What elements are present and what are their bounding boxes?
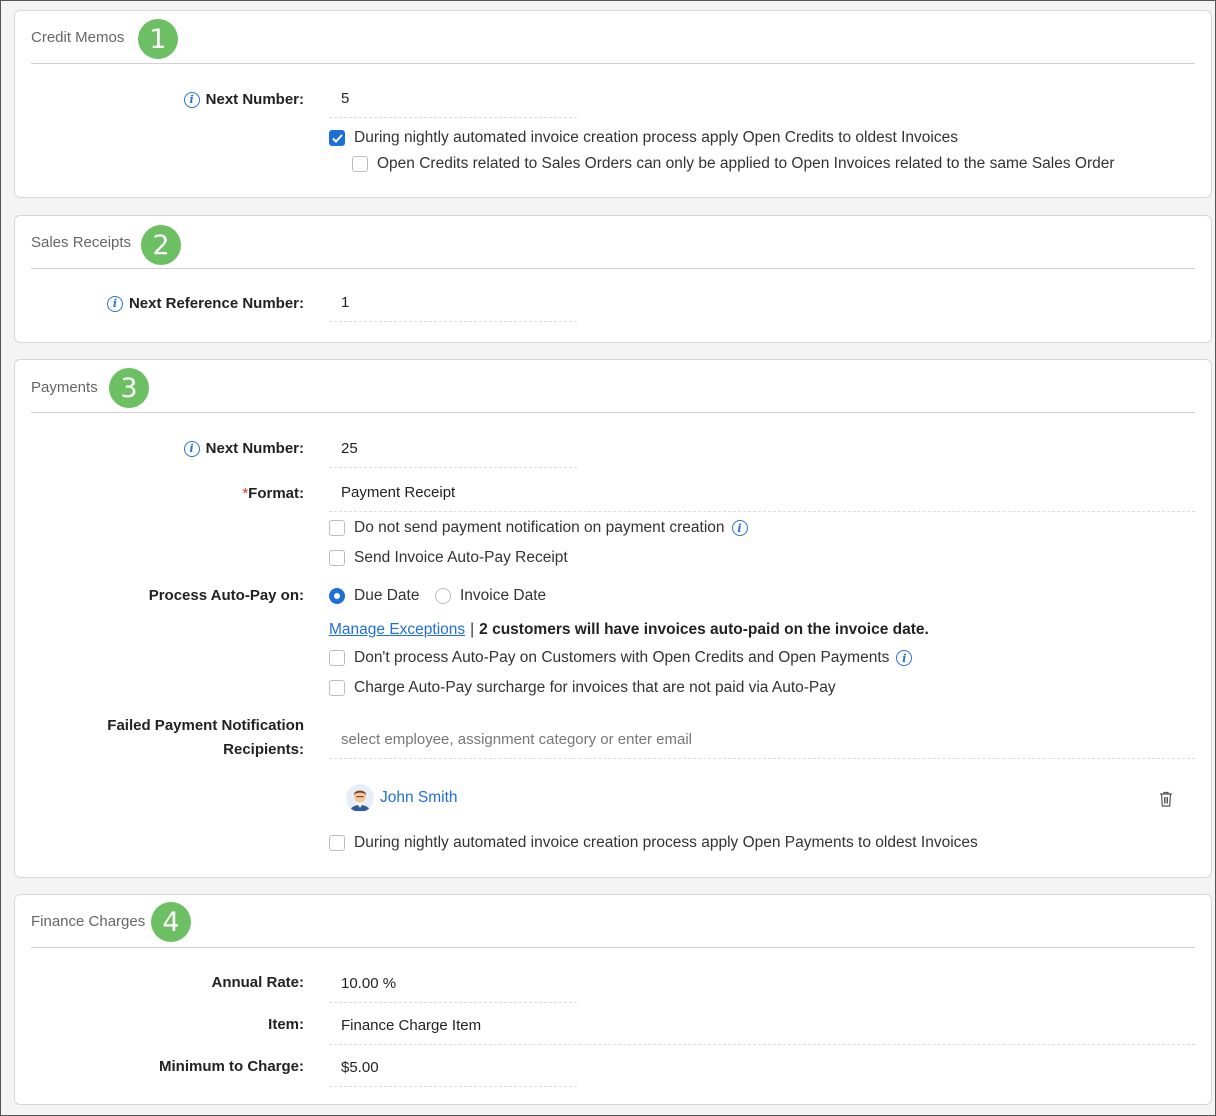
checkbox-label: During nightly automated invoice creatio… [354,129,958,146]
exceptions-line: Manage Exceptions | 2 customers will hav… [329,621,929,639]
finance-charges-header: Finance Charges 4 [31,895,1195,948]
radio-label: Due Date [354,587,420,604]
minimum-field[interactable]: $5.00 [329,1049,577,1087]
next-reference-label: i Next Reference Number: [106,295,304,312]
checkbox-label: Don't process Auto-Pay on Customers with… [354,649,890,666]
checkbox[interactable] [329,650,345,666]
section-title: Finance Charges [31,913,146,930]
step-badge: 1 [138,19,178,59]
radio-button[interactable] [435,588,451,604]
annual-rate-field[interactable]: 10.00 % [329,965,577,1003]
radio-label: Invoice Date [460,587,547,604]
annual-rate-label: Annual Rate: [211,974,304,991]
send-autopay-receipt-checkbox[interactable]: Send Invoice Auto-Pay Receipt [329,549,568,567]
check-icon [331,133,343,143]
next-reference-field[interactable]: 1 [329,284,577,322]
info-icon[interactable]: i [106,295,123,312]
next-number-label: i Next Number: [183,91,304,108]
checkbox-label: Charge Auto-Pay surcharge for invoices t… [354,679,836,696]
checkbox-label: Open Credits related to Sales Orders can… [377,155,1115,172]
section-title: Sales Receipts [31,234,132,251]
checkbox-label: Send Invoice Auto-Pay Receipt [354,549,568,566]
radio-button[interactable] [329,588,345,604]
avatar [346,784,374,812]
dont-process-autopay-checkbox[interactable]: Don't process Auto-Pay on Customers with… [329,649,913,667]
payments-section: Payments 3 i Next Number: 25 * Format: P… [14,359,1212,878]
next-number-field[interactable]: 5 [329,80,577,118]
credit-memos-section: Credit Memos 1 i Next Number: 5 During n… [14,10,1212,198]
step-badge: 2 [141,225,181,265]
info-icon[interactable]: i [183,440,200,457]
next-number-label: i Next Number: [183,440,304,457]
checkbox[interactable] [352,156,368,172]
separator: | [470,621,475,638]
info-icon[interactable]: i [896,650,913,666]
apply-open-payments-checkbox[interactable]: During nightly automated invoice creatio… [329,834,978,852]
info-icon[interactable]: i [731,520,748,536]
sales-order-restriction-checkbox[interactable]: Open Credits related to Sales Orders can… [352,155,1115,173]
finance-charges-section: Finance Charges 4 Annual Rate: 10.00 % I… [14,894,1212,1105]
checkbox[interactable] [329,550,345,566]
next-number-field[interactable]: 25 [329,430,577,468]
format-select[interactable]: Payment Receipt [329,474,1195,512]
info-icon[interactable]: i [183,91,200,108]
minimum-label: Minimum to Charge: [159,1058,304,1075]
radio-due-date[interactable]: Due Date [329,587,419,605]
checkbox[interactable] [329,835,345,851]
item-select[interactable]: Finance Charge Item [329,1007,1195,1045]
process-autopay-label: Process Auto-Pay on: [148,587,304,604]
no-notification-checkbox[interactable]: Do not send payment notification on paym… [329,519,748,537]
checkbox[interactable] [329,130,345,146]
credit-memos-header: Credit Memos 1 [31,11,1195,64]
section-title: Payments [31,379,98,396]
checkbox[interactable] [329,520,345,536]
checkbox-label: During nightly automated invoice creatio… [354,834,978,851]
apply-open-credits-checkbox[interactable]: During nightly automated invoice creatio… [329,129,958,147]
recipient-name[interactable]: John Smith [380,789,458,807]
manage-exceptions-link[interactable]: Manage Exceptions [329,621,465,639]
checkbox-label: Do not send payment notification on paym… [354,519,725,536]
exceptions-note: 2 customers will have invoices auto-paid… [479,621,929,638]
sales-receipts-section: Sales Receipts 2 i Next Reference Number… [14,215,1212,343]
format-label: * Format: [242,485,304,502]
recipients-input[interactable]: select employee, assignment category or … [329,721,1195,759]
item-label: Item: [268,1016,304,1033]
autopay-surcharge-checkbox[interactable]: Charge Auto-Pay surcharge for invoices t… [329,679,836,697]
failed-recipients-label: Failed Payment Notification Recipients: [107,717,304,758]
sales-receipts-header: Sales Receipts 2 [31,216,1195,269]
section-title: Credit Memos [31,29,125,46]
payments-header: Payments 3 [31,360,1195,413]
checkbox[interactable] [329,680,345,696]
step-badge: 3 [109,368,149,408]
radio-invoice-date[interactable]: Invoice Date [435,587,546,605]
trash-icon[interactable] [1159,791,1173,807]
step-badge: 4 [151,902,191,942]
